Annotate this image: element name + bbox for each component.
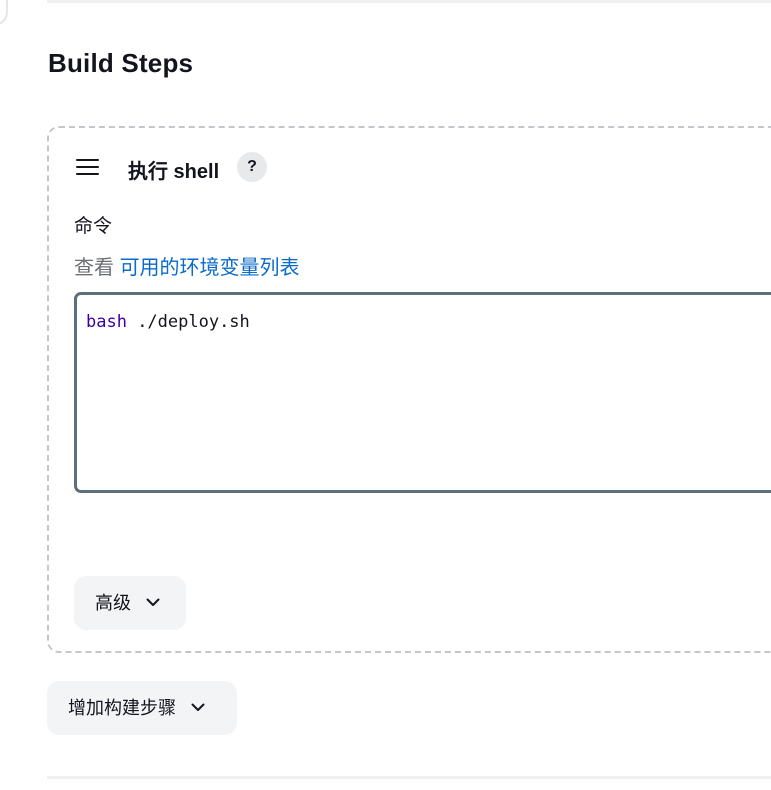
add-build-step-button[interactable]: 增加构建步骤 bbox=[47, 681, 237, 735]
chevron-down-icon bbox=[146, 598, 160, 607]
left-panel-edge bbox=[0, 0, 8, 26]
code-text: ./deploy.sh bbox=[126, 312, 250, 332]
command-label: 命令 bbox=[74, 216, 113, 237]
advanced-button-label: 高级 bbox=[95, 593, 131, 613]
step-title: 执行 shell bbox=[128, 161, 220, 183]
field-description: 查看 可用的环境变量列表 bbox=[74, 251, 300, 280]
add-build-step-label: 增加构建步骤 bbox=[68, 698, 176, 718]
command-editor[interactable]: bash ./deploy.sh bbox=[74, 292, 771, 493]
bottom-divider bbox=[47, 776, 771, 779]
advanced-button[interactable]: 高级 bbox=[74, 576, 186, 630]
code-keyword: bash bbox=[86, 312, 127, 332]
question-mark-icon[interactable]: ? bbox=[237, 152, 267, 182]
section-title: Build Steps bbox=[48, 48, 194, 78]
description-prefix: 查看 bbox=[74, 257, 120, 279]
code-line: bash ./deploy.sh bbox=[86, 312, 250, 332]
top-divider bbox=[47, 0, 771, 3]
env-vars-link[interactable]: 可用的环境变量列表 bbox=[120, 257, 300, 279]
chevron-down-icon bbox=[191, 703, 205, 712]
hamburger-drag-icon[interactable] bbox=[75, 158, 101, 176]
